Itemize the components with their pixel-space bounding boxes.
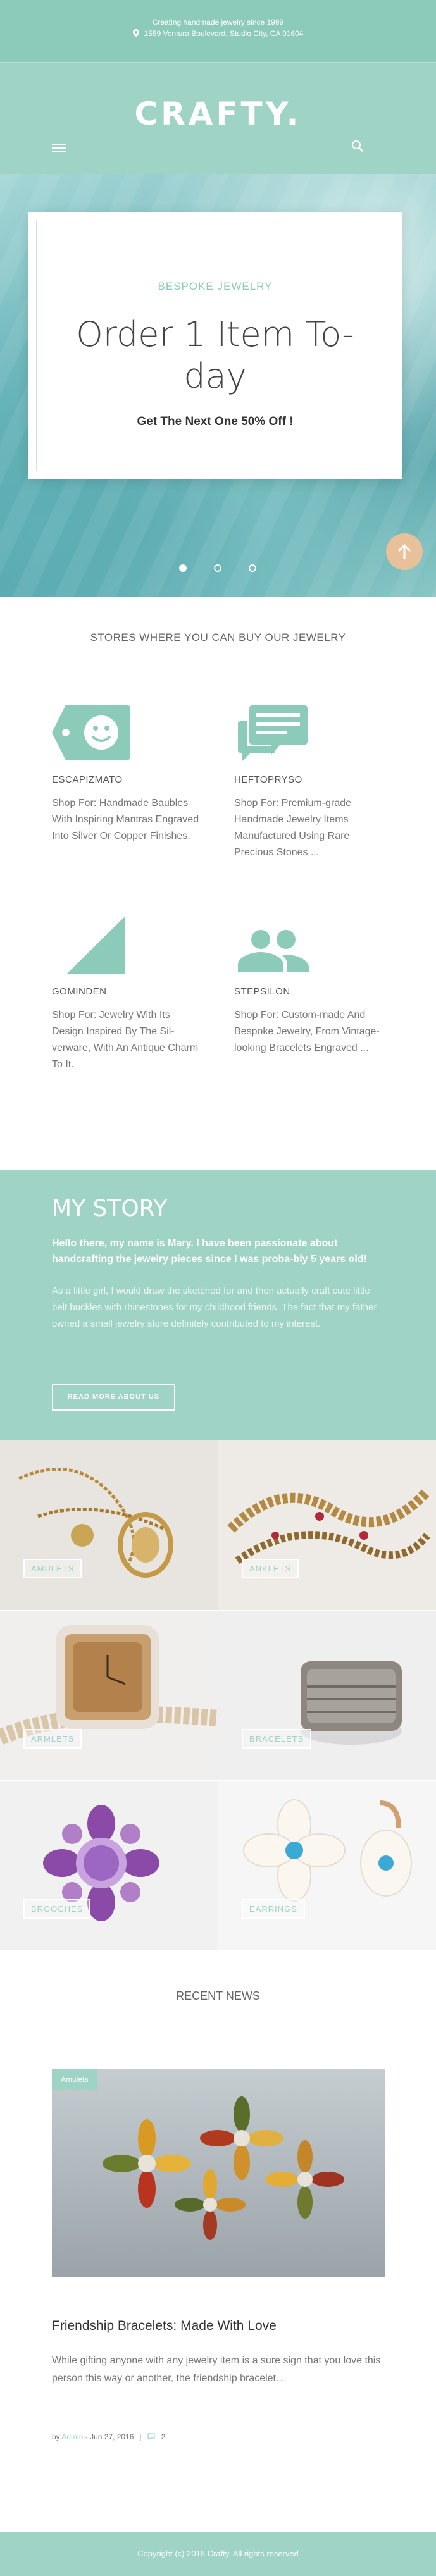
story-body: As a little girl, I would draw the sketc… (52, 1285, 377, 1329)
category-label: BROOCHES (23, 1899, 91, 1919)
date-separator: - (85, 2432, 90, 2441)
slider-dot-1[interactable] (179, 564, 187, 572)
bracelets-image (218, 1611, 436, 1780)
store-description: Shop For: Premium-grade Handmade Jewelry… (234, 798, 351, 858)
news-excerpt: While gifting anyone with any jewelry it… (52, 2355, 381, 2384)
scroll-to-top-button[interactable] (386, 533, 423, 570)
address: 1559 Ventura Boulevard, Studio City, CA … (0, 29, 436, 38)
category-tile-amulets[interactable]: AMULETS (0, 1440, 218, 1610)
brooches-image (0, 1781, 218, 1950)
smiley-tag-icon (52, 705, 130, 760)
triangle-icon (67, 917, 125, 974)
news-section-title: RECENT NEWS (176, 1990, 260, 2002)
news-photo (52, 2069, 385, 2277)
story-lead: Hello there, my name is Mary. I have bee… (52, 1238, 367, 1265)
hero-slider[interactable]: BESPOKE JEWELRY Order 1 Item To-day Get … (0, 174, 436, 597)
store-stepsilon: STEPSILON Shop For: Custom-made And Besp… (234, 914, 386, 1056)
tagline: Creating handmade jewelry since 1999 (152, 18, 284, 27)
author-link[interactable]: Admin (61, 2432, 83, 2441)
slider-dot-3[interactable] (249, 564, 256, 572)
site-footer: Copyright (c) 2018 Crafty. All rights re… (0, 2532, 436, 2576)
hero-subtitle: Get The Next One 50% Off ! (137, 415, 294, 428)
people-icon (238, 930, 309, 972)
store-description: Shop For: Jewelry With Its Design Inspir… (52, 1010, 199, 1070)
comment-icon[interactable] (147, 2433, 155, 2441)
category-tile-bracelets[interactable]: BRACELETS (218, 1611, 436, 1780)
hero-card: BESPOKE JEWELRY Order 1 Item To-day Get … (28, 212, 402, 479)
store-name: HEFTOPRYSO (234, 774, 302, 785)
hamburger-menu-icon[interactable] (52, 144, 66, 154)
by-label: by (52, 2432, 60, 2441)
comment-count[interactable]: 2 (161, 2432, 166, 2441)
category-label: ANKLETS (242, 1559, 299, 1578)
category-label: EARRINGS (242, 1899, 305, 1919)
earrings-image (218, 1781, 436, 1950)
store-gominden: GOMINDEN Shop For: Jewelry With Its Desi… (52, 914, 204, 1073)
store-heftopryso: HEFTOPRYSO Shop For: Premium-grade Handm… (234, 702, 386, 861)
armlets-image (0, 1611, 218, 1780)
category-tile-brooches[interactable]: BROOCHES (0, 1781, 218, 1950)
store-escapizmato: ESCAPIZMATO Shop For: Handmade Baubles W… (52, 702, 204, 845)
store-name: STEPSILON (234, 986, 290, 997)
news-image[interactable]: Amulets (52, 2069, 385, 2277)
anklets-image (218, 1440, 436, 1610)
category-label: AMULETS (23, 1559, 82, 1578)
category-tile-earrings[interactable]: EARRINGS (218, 1781, 436, 1950)
store-description: Shop For: Handmade Baubles With Inspirin… (52, 798, 199, 841)
top-bar: Creating handmade jewelry since 1999 155… (0, 0, 436, 62)
chat-bubbles-icon (238, 705, 308, 762)
hero-kicker: BESPOKE JEWELRY (158, 280, 273, 292)
news-category-tag[interactable]: Amulets (52, 2069, 97, 2090)
location-pin-icon (132, 29, 139, 37)
amulets-image (0, 1440, 218, 1610)
my-story-section: MY STORY Hello there, my name is Mary. I… (0, 1170, 436, 1440)
news-headline[interactable]: Friendship Bracelets: Made With Love (52, 2319, 277, 2334)
post-date: Jun 27, 2016 (90, 2432, 134, 2441)
read-more-button[interactable]: READ MORE ABOUT US (52, 1384, 175, 1411)
copyright-text: Copyright (c) 2018 Crafty. All rights re… (137, 2549, 299, 2558)
search-icon[interactable] (351, 140, 364, 152)
category-tile-anklets[interactable]: ANKLETS (218, 1440, 436, 1610)
category-label: BRACELETS (242, 1729, 312, 1749)
address-text: 1559 Ventura Boulevard, Studio City, CA … (144, 29, 304, 38)
category-label: ARMLETS (23, 1729, 82, 1749)
logo[interactable]: CRAFTY. (0, 96, 436, 132)
store-description: Shop For: Custom-made And Bespoke Jewelr… (234, 1010, 380, 1053)
arrow-up-icon (397, 543, 411, 559)
hero-title: Order 1 Item To-day (76, 314, 354, 396)
story-title: MY STORY (52, 1196, 168, 1222)
store-name: ESCAPIZMATO (52, 774, 123, 785)
slider-dot-2[interactable] (214, 564, 221, 572)
news-meta: by Admin - Jun 27, 2016 | 2 (52, 2432, 166, 2441)
site-header: CRAFTY. (0, 62, 436, 174)
store-name: GOMINDEN (52, 986, 107, 997)
category-tile-armlets[interactable]: ARMLETS (0, 1611, 218, 1780)
stores-section-title: STORES WHERE YOU CAN BUY OUR JEWELRY (90, 631, 346, 643)
